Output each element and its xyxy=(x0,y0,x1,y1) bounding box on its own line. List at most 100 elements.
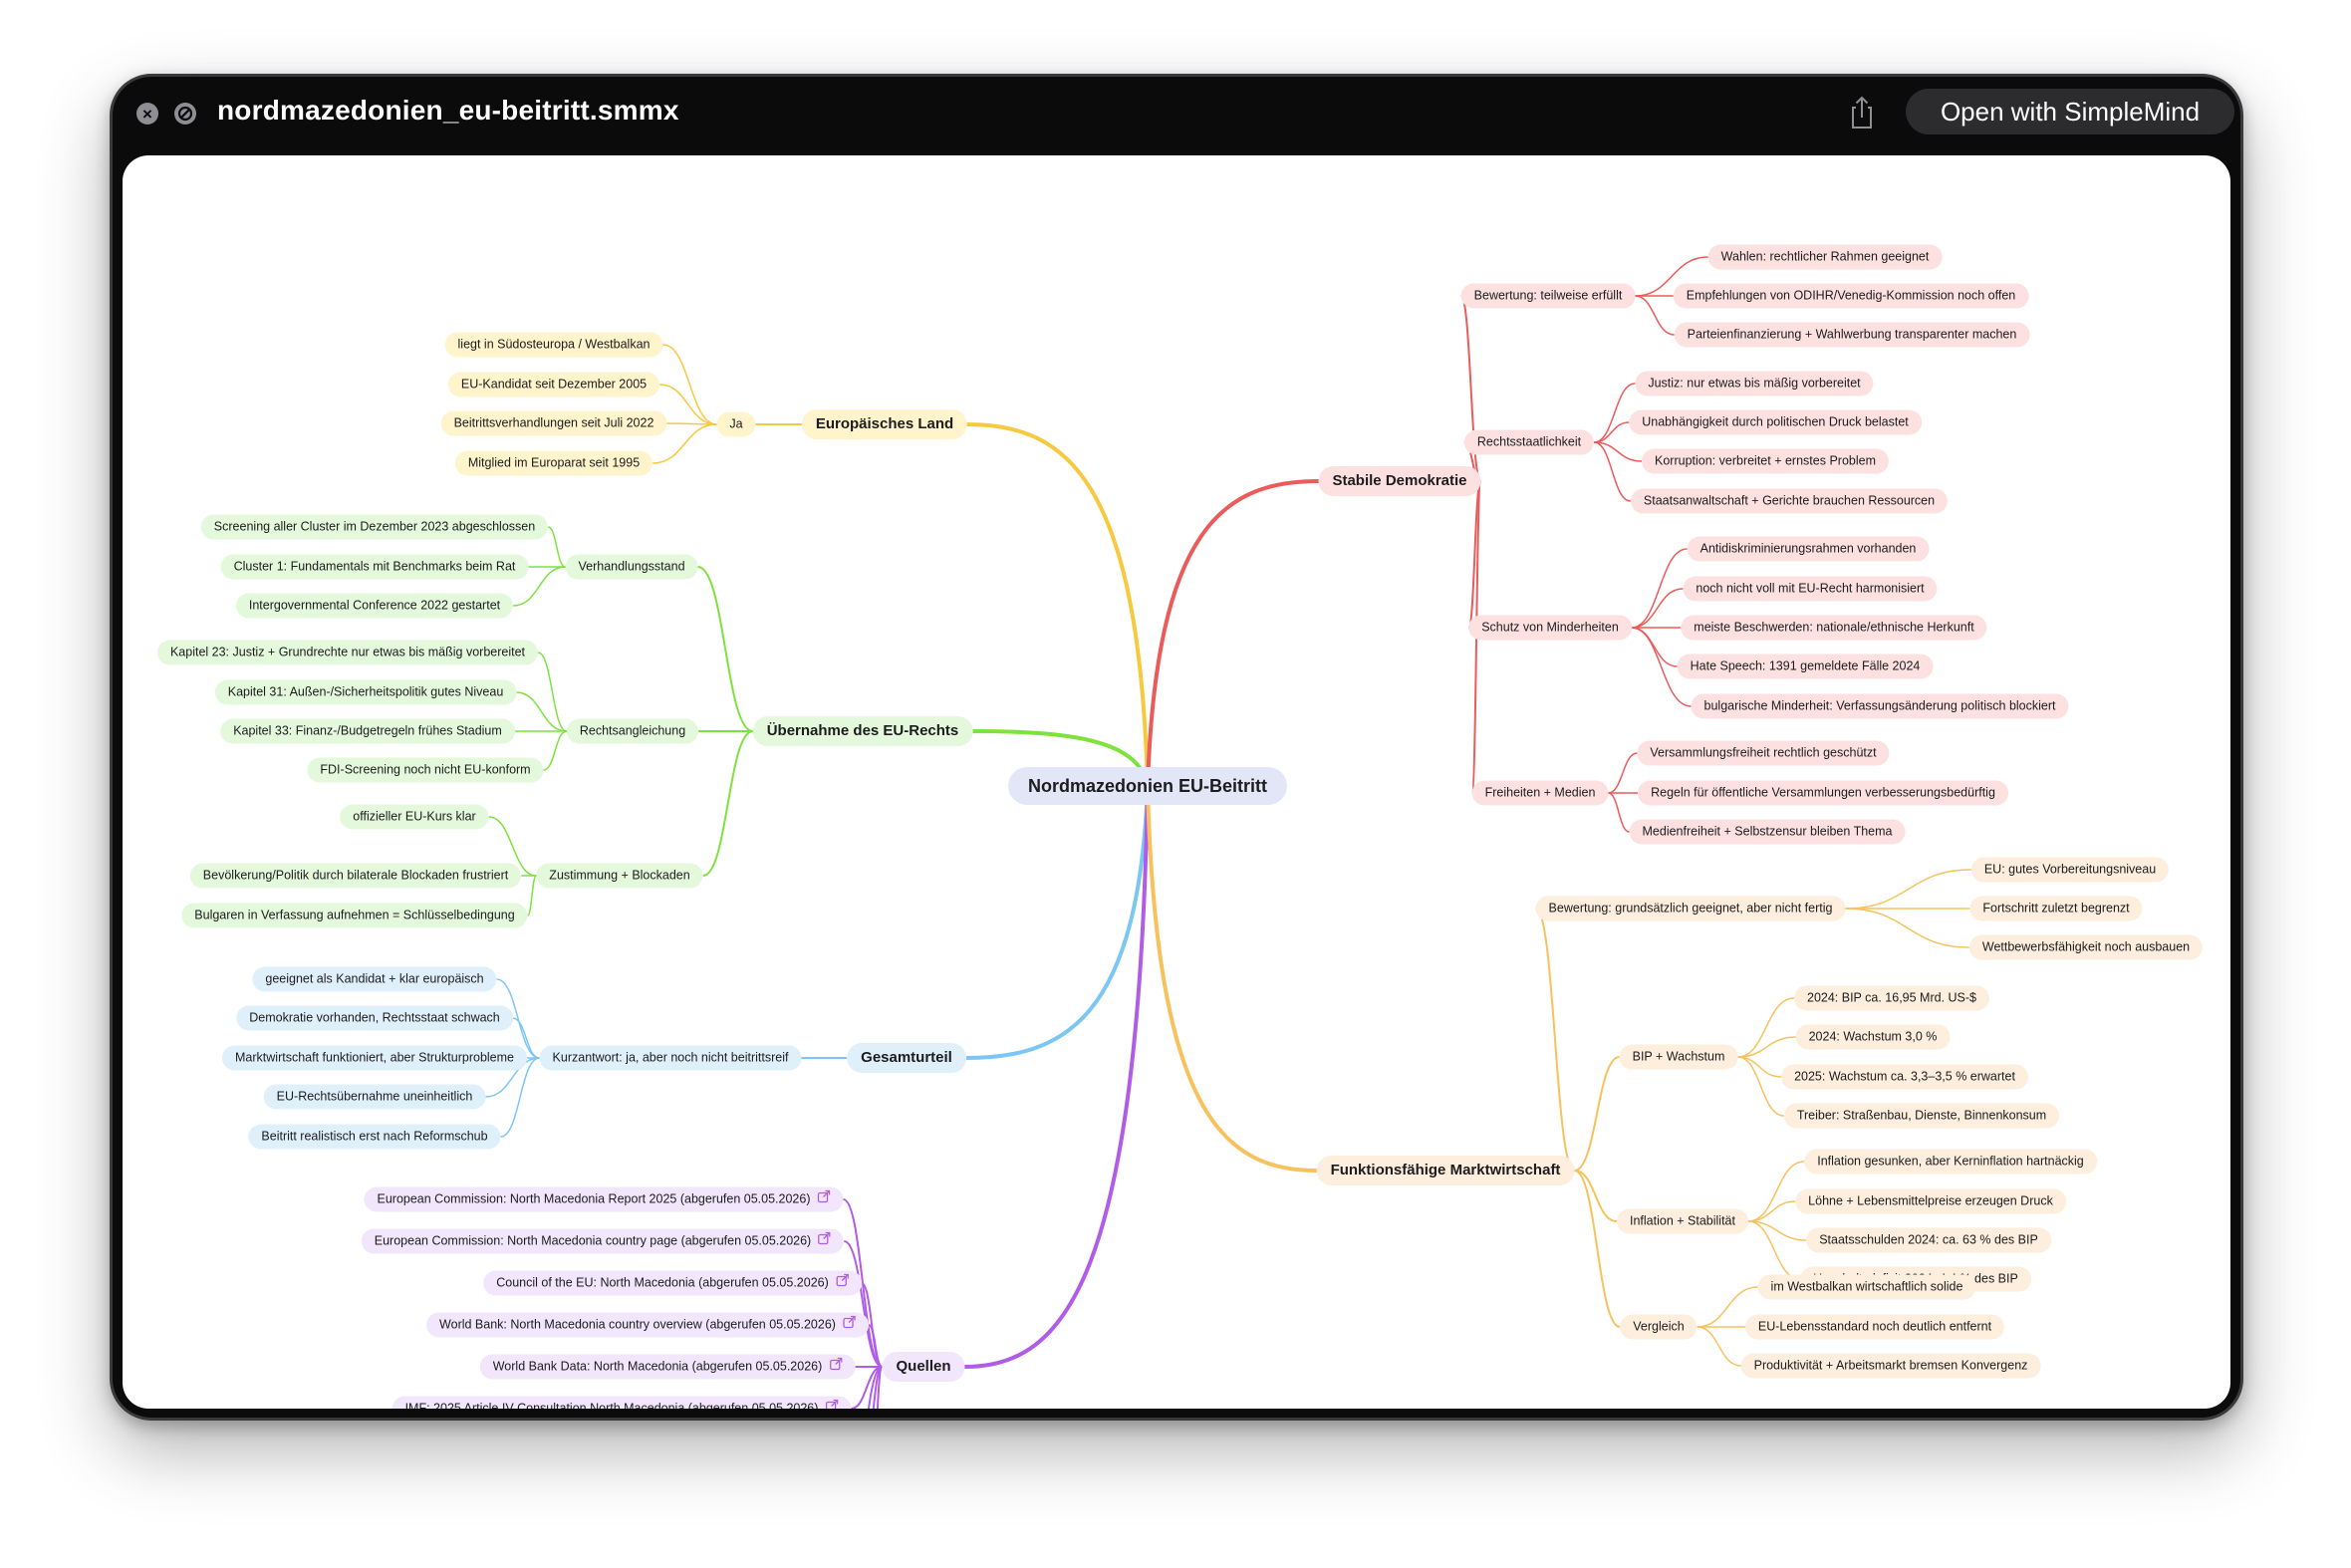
node-rechtsangleichung[interactable]: Rechtsangleichung xyxy=(566,718,699,744)
root-node[interactable]: Nordmazedonien EU-Beitritt xyxy=(1007,767,1288,805)
node-eu-gutes-vorbereitungsniveau[interactable]: EU: gutes Vorbereitungsniveau xyxy=(1970,857,2170,883)
node-2024-bip-ca-16-95-mrd-us[interactable]: 2024: BIP ca. 16,95 Mrd. US-$ xyxy=(1793,985,1990,1011)
node-screening-aller-cluster-im-dezember-2023-abgesch[interactable]: Screening aller Cluster im Dezember 2023… xyxy=(200,514,549,540)
node-regeln-fuer-oeffentliche-versammlungen-verbesser[interactable]: Regeln für öffentliche Versammlungen ver… xyxy=(1638,780,2008,806)
node-bip-wachstum[interactable]: BIP + Wachstum xyxy=(1619,1044,1738,1070)
node-world-bank-north-macedonia-country-overview-abge[interactable]: World Bank: North Macedonia country over… xyxy=(426,1312,869,1338)
node-gesamturteil[interactable]: Gesamturteil xyxy=(847,1043,966,1073)
node-funktionsfaehige-marktwirtschaft[interactable]: Funktionsfähige Marktwirtschaft xyxy=(1316,1156,1575,1185)
node-justiz-nur-etwas-bis-maessig-vorbereitet[interactable]: Justiz: nur etwas bis mäßig vorbereitet xyxy=(1635,371,1874,396)
node-2025-wachstum-ca-3-3-3-5-erwartet[interactable]: 2025: Wachstum ca. 3,3–3,5 % erwartet xyxy=(1781,1064,2028,1090)
node-label: Kurzantwort: ja, aber noch nicht beitrit… xyxy=(552,1050,789,1065)
node-unabhaengigkeit-durch-politischen-druck-belastet[interactable]: Unabhängigkeit durch politischen Druck b… xyxy=(1629,409,1922,435)
node-imf-2025-article-iv-consultation-north-macedonia[interactable]: IMF: 2025 Article IV Consultation North … xyxy=(392,1396,852,1409)
node-2024-wachstum-3-0[interactable]: 2024: Wachstum 3,0 % xyxy=(1795,1024,1951,1050)
node-kapitel-23-justiz-grundrechte-nur-etwas-bis-maes[interactable]: Kapitel 23: Justiz + Grundrechte nur etw… xyxy=(156,640,539,665)
node-kapitel-31-aussen-sicherheitspolitik-gutes-nivea[interactable]: Kapitel 31: Außen-/Sicherheitspolitik gu… xyxy=(214,679,517,705)
node-label: Gesamturteil xyxy=(861,1049,952,1066)
external-link-icon[interactable] xyxy=(836,1271,849,1296)
node-medienfreiheit-selbstzensur-bleiben-thema[interactable]: Medienfreiheit + Selbstzensur bleiben Th… xyxy=(1629,819,1906,845)
node-fdi-screening-noch-nicht-eu-konform[interactable]: FDI-Screening noch nicht EU-konform xyxy=(307,757,544,783)
node-zustimmung-blockaden[interactable]: Zustimmung + Blockaden xyxy=(536,863,703,889)
node-eu-lebensstandard-noch-deutlich-entfernt[interactable]: EU-Lebensstandard noch deutlich entfernt xyxy=(1744,1314,2005,1340)
node-label: FDI-Screening noch nicht EU-konform xyxy=(320,762,531,777)
node-cluster-1-fundamentals-mit-benchmarks-beim-rat[interactable]: Cluster 1: Fundamentals mit Benchmarks b… xyxy=(220,554,529,580)
node-label: World Bank Data: North Macedonia (abgeru… xyxy=(492,1359,823,1374)
share-icon[interactable] xyxy=(1846,95,1878,131)
node-bulgaren-in-verfassung-aufnehmen-schluesselbedin[interactable]: Bulgaren in Verfassung aufnehmen = Schlü… xyxy=(181,903,528,928)
node-beitrittsverhandlungen-seit-juli-2022[interactable]: Beitrittsverhandlungen seit Juli 2022 xyxy=(440,410,667,436)
node-beitritt-realistisch-erst-nach-reformschub[interactable]: Beitritt realistisch erst nach Reformsch… xyxy=(248,1124,501,1150)
node-meiste-beschwerden-nationale-ethnische-herkunft[interactable]: meiste Beschwerden: nationale/ethnische … xyxy=(1681,615,1987,641)
node-european-commission-north-macedonia-report-2025-[interactable]: European Commission: North Macedonia Rep… xyxy=(364,1186,844,1212)
node-wettbewerbsfaehigkeit-noch-ausbauen[interactable]: Wettbewerbsfähigkeit noch ausbauen xyxy=(1968,934,2204,960)
node-vergleich[interactable]: Vergleich xyxy=(1620,1314,1698,1340)
node-versammlungsfreiheit-rechtlich-geschuetzt[interactable]: Versammlungsfreiheit rechtlich geschützt xyxy=(1637,740,1890,766)
external-link-icon[interactable] xyxy=(818,1229,831,1254)
node-staatsanwaltschaft-gerichte-brauchen-ressourcen[interactable]: Staatsanwaltschaft + Gerichte brauchen R… xyxy=(1630,488,1949,514)
node-uebernahme-des-eu-rechts[interactable]: Übernahme des EU-Rechts xyxy=(752,716,973,746)
node-inflation-gesunken-aber-kerninflation-hartnaecki[interactable]: Inflation gesunken, aber Kerninflation h… xyxy=(1804,1149,2097,1175)
node-europaeisches-land[interactable]: Europäisches Land xyxy=(801,409,968,439)
node-geeignet-als-kandidat-klar-europaeisch[interactable]: geeignet als Kandidat + klar europäisch xyxy=(252,966,497,992)
node-european-commission-north-macedonia-country-page[interactable]: European Commission: North Macedonia cou… xyxy=(361,1228,845,1254)
branch-connector xyxy=(702,730,754,877)
node-noch-nicht-voll-mit-eu-recht-harmonisiert[interactable]: noch nicht voll mit EU-Recht harmonisier… xyxy=(1683,576,1938,602)
node-label: noch nicht voll mit EU-Recht harmonisier… xyxy=(1696,581,1925,596)
node-rechtsstaatlichkeit[interactable]: Rechtsstaatlichkeit xyxy=(1463,429,1595,455)
node-inflation-stabilitaet[interactable]: Inflation + Stabilität xyxy=(1617,1208,1748,1234)
node-ja[interactable]: Ja xyxy=(716,411,756,437)
disable-icon[interactable] xyxy=(174,103,196,125)
branch-connector xyxy=(526,875,538,916)
node-label: bulgarische Minderheit: Verfassungsänder… xyxy=(1703,698,2056,713)
node-produktivitaet-arbeitsmarkt-bremsen-konvergenz[interactable]: Produktivität + Arbeitsmarkt bremsen Kon… xyxy=(1740,1353,2041,1379)
open-with-simplemind-button[interactable]: Open with SimpleMind xyxy=(1906,89,2234,134)
node-im-westbalkan-wirtschaftlich-solide[interactable]: im Westbalkan wirtschaftlich solide xyxy=(1757,1274,1976,1300)
node-label: offizieller EU-Kurs klar xyxy=(353,809,476,824)
branch-connector xyxy=(697,566,754,732)
node-schutz-von-minderheiten[interactable]: Schutz von Minderheiten xyxy=(1468,615,1632,641)
node-label: Kapitel 31: Außen-/Sicherheitspolitik gu… xyxy=(227,684,504,699)
node-kurzantwort-ja-aber-noch-nicht-beitrittsreif[interactable]: Kurzantwort: ja, aber noch nicht beitrit… xyxy=(539,1045,802,1071)
node-council-of-the-eu-north-macedonia-abgerufen-05-0[interactable]: Council of the EU: North Macedonia (abge… xyxy=(483,1270,862,1296)
node-label: Stabile Demokratie xyxy=(1332,472,1467,489)
node-parteienfinanzierung-wahlwerbung-transparenter-m[interactable]: Parteienfinanzierung + Wahlwerbung trans… xyxy=(1674,322,2030,348)
node-hate-speech-1391-gemeldete-faelle-2024[interactable]: Hate Speech: 1391 gemeldete Fälle 2024 xyxy=(1677,653,1934,679)
node-world-bank-data-north-macedonia-abgerufen-05-05-[interactable]: World Bank Data: North Macedonia (abgeru… xyxy=(479,1354,856,1380)
node-eu-kandidat-seit-dezember-2005[interactable]: EU-Kandidat seit Dezember 2005 xyxy=(447,372,660,397)
node-staatsschulden-2024-ca-63-des-bip[interactable]: Staatsschulden 2024: ca. 63 % des BIP xyxy=(1806,1227,2051,1253)
branch-connector xyxy=(659,384,717,425)
external-link-icon[interactable] xyxy=(843,1313,856,1338)
node-loehne-lebensmittelpreise-erzeugen-druck[interactable]: Löhne + Lebensmittelpreise erzeugen Druc… xyxy=(1795,1188,2066,1214)
external-link-icon[interactable] xyxy=(829,1355,842,1380)
node-offizieller-eu-kurs-klar[interactable]: offizieller EU-Kurs klar xyxy=(340,804,489,830)
node-wahlen-rechtlicher-rahmen-geeignet[interactable]: Wahlen: rechtlicher Rahmen geeignet xyxy=(1707,244,1943,270)
mindmap-canvas[interactable]: Nordmazedonien EU-Beitritt Europäisches L… xyxy=(123,155,2230,1409)
external-link-icon[interactable] xyxy=(825,1397,839,1409)
branch-connector xyxy=(1594,421,1630,443)
node-kapitel-33-finanz-budgetregeln-fruehes-stadium[interactable]: Kapitel 33: Finanz-/Budgetregeln frühes … xyxy=(220,718,515,744)
node-antidiskriminierungsrahmen-vorhanden[interactable]: Antidiskriminierungsrahmen vorhanden xyxy=(1687,536,1930,562)
node-bewertung-teilweise-erfuellt[interactable]: Bewertung: teilweise erfüllt xyxy=(1460,283,1636,309)
node-bewertung-grundsaetzlich-geeignet-aber-nicht-fer[interactable]: Bewertung: grundsätzlich geeignet, aber … xyxy=(1535,896,1846,921)
node-intergovernmental-conference-2022-gestartet[interactable]: Intergovernmental Conference 2022 gestar… xyxy=(235,593,514,619)
node-korruption-verbreitet-ernstes-problem[interactable]: Korruption: verbreitet + ernstes Problem xyxy=(1642,448,1889,474)
node-eu-rechtsuebernahme-uneinheitlich[interactable]: EU-Rechtsübernahme uneinheitlich xyxy=(263,1084,486,1110)
node-mitglied-im-europarat-seit-1995[interactable]: Mitglied im Europarat seit 1995 xyxy=(454,450,653,476)
node-treiber-strassenbau-dienste-binnenkonsum[interactable]: Treiber: Straßenbau, Dienste, Binnenkons… xyxy=(1783,1103,2060,1129)
close-icon[interactable]: × xyxy=(136,103,158,125)
node-stabile-demokratie[interactable]: Stabile Demokratie xyxy=(1318,466,1481,496)
node-marktwirtschaft-funktioniert-aber-strukturproble[interactable]: Marktwirtschaft funktioniert, aber Struk… xyxy=(222,1045,527,1071)
node-fortschritt-zuletzt-begrenzt[interactable]: Fortschritt zuletzt begrenzt xyxy=(1969,896,2143,921)
node-bulgarische-minderheit-verfassungsaenderung-poli[interactable]: bulgarische Minderheit: Verfassungsänder… xyxy=(1691,693,2069,719)
external-link-icon[interactable] xyxy=(817,1187,831,1212)
node-demokratie-vorhanden-rechtsstaat-schwach[interactable]: Demokratie vorhanden, Rechtsstaat schwac… xyxy=(236,1005,513,1031)
node-bevoelkerung-politik-durch-bilaterale-blockaden-[interactable]: Bevölkerung/Politik durch bilaterale Blo… xyxy=(189,863,522,889)
branch-connector xyxy=(1845,908,1969,948)
node-freiheiten-medien[interactable]: Freiheiten + Medien xyxy=(1471,780,1609,806)
branch-connector xyxy=(1747,1220,1801,1280)
node-empfehlungen-von-odihr-venedig-kommission-noch-o[interactable]: Empfehlungen von ODIHR/Venedig-Kommissio… xyxy=(1673,283,2029,309)
node-verhandlungsstand[interactable]: Verhandlungsstand xyxy=(565,554,698,580)
node-liegt-in-suedosteuropa-westbalkan[interactable]: liegt in Südosteuropa / Westbalkan xyxy=(444,332,663,358)
node-quellen[interactable]: Quellen xyxy=(882,1352,965,1382)
